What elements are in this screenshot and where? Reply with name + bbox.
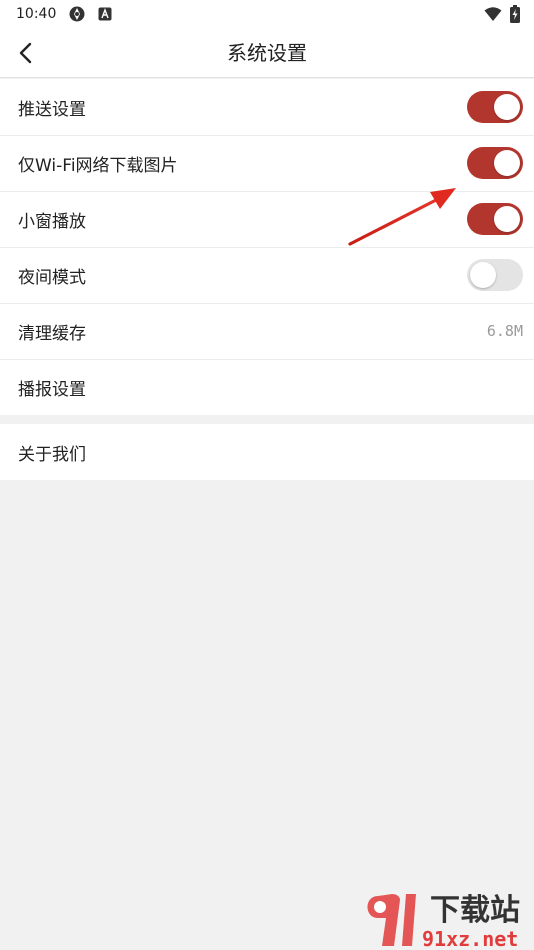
about-section: 关于我们: [0, 424, 534, 480]
setting-label: 推送设置: [18, 99, 86, 120]
setting-push[interactable]: 推送设置: [0, 79, 534, 135]
setting-label: 小窗播放: [18, 211, 86, 232]
annotation-arrow-icon: [348, 188, 456, 246]
toggle-knob: [494, 206, 520, 232]
notification-a-icon: [98, 7, 112, 21]
svg-text:91xz.net: 91xz.net: [422, 927, 518, 950]
about-us-label: 关于我们: [18, 444, 86, 465]
wifi-only-images-toggle[interactable]: [467, 147, 523, 179]
svg-text:下载站: 下载站: [430, 893, 520, 928]
setting-label: 播报设置: [18, 379, 86, 400]
night-mode-toggle[interactable]: [467, 259, 523, 291]
toggle-knob: [494, 150, 520, 176]
toggle-knob: [494, 94, 520, 120]
battery-charging-icon: [510, 5, 520, 23]
setting-label: 夜间模式: [18, 267, 86, 288]
push-toggle[interactable]: [467, 91, 523, 123]
status-time: 10:40: [16, 6, 57, 22]
setting-label: 仅Wi-Fi网络下载图片: [18, 155, 178, 176]
page-title: 系统设置: [227, 41, 307, 65]
setting-broadcast[interactable]: 播报设置: [0, 359, 534, 415]
setting-night-mode[interactable]: 夜间模式: [0, 247, 534, 303]
wifi-icon: [484, 6, 502, 22]
setting-label: 清理缓存: [18, 323, 86, 344]
top-app-bar: 系统设置: [0, 28, 534, 78]
notification-app-icon: [68, 5, 86, 23]
watermark-logo-icon: 下载站 91xz.net: [367, 893, 520, 950]
cache-size: 6.8M: [486, 322, 523, 340]
mini-window-toggle[interactable]: [467, 203, 523, 235]
watermark: 下载站 91xz.net: [360, 890, 534, 950]
about-us-item[interactable]: 关于我们: [0, 424, 534, 480]
setting-clear-cache[interactable]: 清理缓存 6.8M: [0, 303, 534, 359]
status-bar: 10:40: [0, 0, 534, 28]
toggle-knob: [470, 262, 496, 288]
